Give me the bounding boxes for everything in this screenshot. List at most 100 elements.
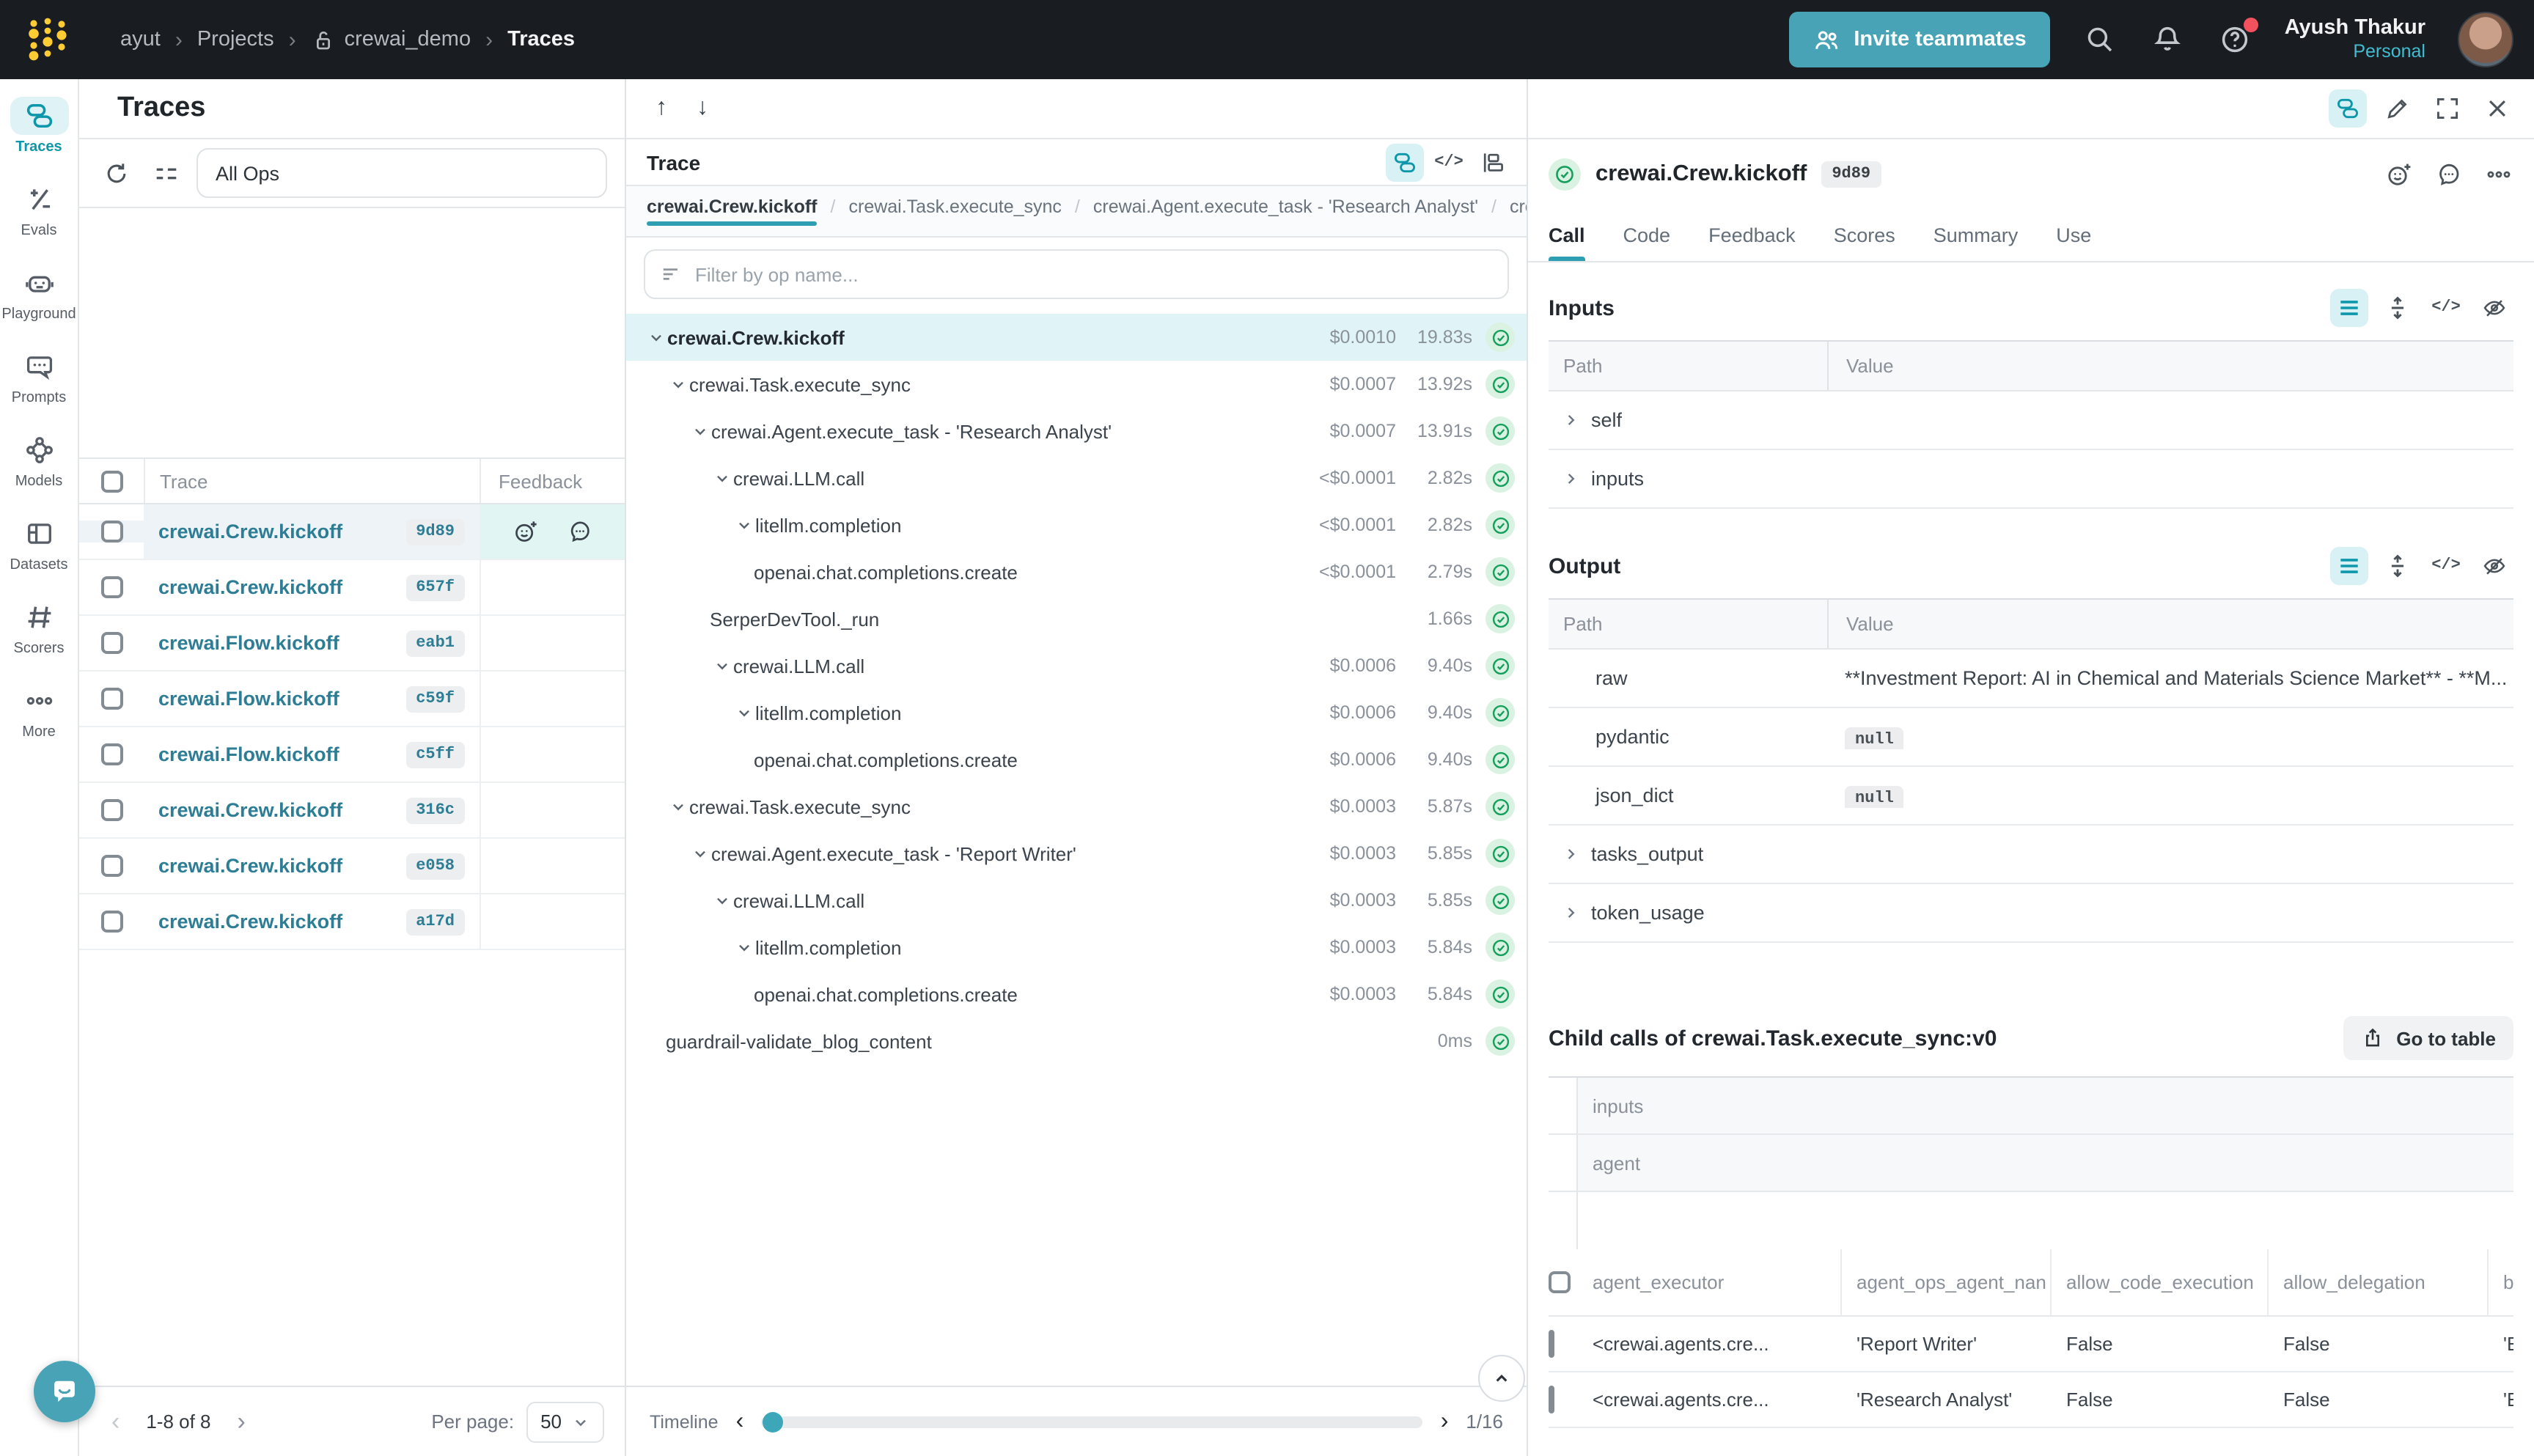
chevron-down-icon[interactable] [735, 705, 752, 721]
chevron-down-icon[interactable] [713, 470, 730, 486]
comment-icon[interactable] [566, 518, 594, 545]
search-icon[interactable] [2082, 22, 2118, 57]
timeline-next-button[interactable]: › [1441, 1408, 1449, 1435]
sidebar-item-evals[interactable]: Evals [0, 180, 78, 239]
fullscreen-button[interactable] [2428, 89, 2467, 128]
columns-filter-button[interactable] [147, 154, 185, 192]
expand-rows-button[interactable] [2379, 289, 2417, 327]
table-row[interactable]: <crewai.agents.cre... 'Research Analyst'… [1549, 1372, 2513, 1428]
output-row-tasks-output[interactable]: tasks_output [1549, 826, 2513, 884]
tab-summary[interactable]: Summary [1933, 208, 2019, 261]
table-row[interactable]: crewai.Flow.kickoffc5ff [79, 727, 625, 783]
column-allow-delegation[interactable]: allow_delegation [2269, 1249, 2489, 1315]
add-reaction-icon[interactable] [2384, 159, 2414, 188]
tree-view-button[interactable] [1386, 143, 1424, 181]
call-tree-row[interactable]: crewai.LLM.call $0.0003 5.85s [626, 877, 1527, 924]
json-view-button[interactable]: </> [2427, 547, 2465, 585]
table-row[interactable]: <crewai.agents.cre... 'Report Writer' Fa… [1549, 1317, 2513, 1372]
timeline-slider-handle[interactable] [763, 1411, 783, 1432]
breadcrumb-projects[interactable]: Projects [197, 28, 274, 51]
list-view-button[interactable] [2330, 547, 2368, 585]
chevron-down-icon[interactable] [691, 423, 708, 439]
trace-link[interactable]: crewai.Crew.kickoff [158, 855, 342, 877]
call-tree-row[interactable]: litellm.completion <$0.0001 2.82s [626, 501, 1527, 548]
table-row[interactable]: crewai.Crew.kickoffa17d [79, 894, 625, 950]
trace-link[interactable]: crewai.Crew.kickoff [158, 521, 342, 543]
call-tree-row[interactable]: openai.chat.completions.create $0.0006 9… [626, 736, 1527, 783]
close-button[interactable] [2478, 89, 2516, 128]
row-checkbox[interactable] [100, 799, 122, 821]
scroll-to-top-button[interactable] [1478, 1355, 1525, 1402]
row-checkbox[interactable] [100, 855, 122, 877]
trace-link[interactable]: crewai.Crew.kickoff [158, 799, 342, 821]
chevron-down-icon[interactable] [691, 845, 708, 861]
tab-call[interactable]: Call [1549, 208, 1585, 261]
op-filter-input[interactable] [695, 263, 1493, 285]
path-tab[interactable]: crewai.LLM.cal [1510, 196, 1527, 230]
select-all-checkbox[interactable] [100, 470, 122, 492]
go-to-table-button[interactable]: Go to table [2343, 1016, 2513, 1060]
help-icon[interactable] [2217, 22, 2252, 57]
chevron-right-icon[interactable] [1563, 905, 1579, 921]
call-tree-row[interactable]: crewai.LLM.call <$0.0001 2.82s [626, 455, 1527, 501]
table-row[interactable]: crewai.Crew.kickoffe058 [79, 839, 625, 894]
chevron-right-icon[interactable] [1563, 471, 1579, 487]
prev-page-button[interactable]: ‹ [100, 1407, 131, 1436]
expand-rows-button[interactable] [2379, 547, 2417, 585]
ops-filter-select[interactable]: All Ops [197, 148, 607, 198]
chevron-down-icon[interactable] [713, 658, 730, 674]
sidebar-item-scorers[interactable]: Scorers [0, 598, 78, 657]
call-tree-row[interactable]: crewai.Crew.kickoff $0.0010 19.83s [626, 314, 1527, 361]
more-options-icon[interactable] [2484, 159, 2513, 188]
chat-support-button[interactable] [34, 1361, 95, 1422]
trace-link[interactable]: crewai.Flow.kickoff [158, 632, 339, 654]
select-all-checkbox[interactable] [1549, 1271, 1571, 1293]
next-trace-button[interactable]: ↓ [697, 95, 708, 122]
feedback-column-header[interactable]: Feedback [480, 459, 625, 503]
column-allow-code-execution[interactable]: allow_code_execution [2052, 1249, 2269, 1315]
refresh-button[interactable] [97, 154, 135, 192]
row-checkbox[interactable] [100, 632, 122, 654]
output-row-token-usage[interactable]: token_usage [1549, 884, 2513, 943]
comment-icon[interactable] [2434, 159, 2464, 188]
hide-values-button[interactable] [2475, 289, 2513, 327]
call-tree-row[interactable]: crewai.Task.execute_sync $0.0003 5.87s [626, 783, 1527, 830]
edit-button[interactable] [2379, 89, 2417, 128]
json-view-button[interactable]: </> [2427, 289, 2465, 327]
chevron-down-icon[interactable] [735, 517, 752, 533]
sidebar-item-datasets[interactable]: Datasets [0, 515, 78, 573]
notifications-bell-icon[interactable] [2150, 22, 2185, 57]
output-row-raw[interactable]: raw **Investment Report: AI in Chemical … [1549, 650, 2513, 708]
show-tree-button[interactable] [2329, 89, 2367, 128]
call-tree-row[interactable]: litellm.completion $0.0003 5.84s [626, 924, 1527, 971]
breadcrumb-user[interactable]: ayut [120, 28, 161, 51]
call-tree-row[interactable]: SerperDevTool._run 1.66s [626, 595, 1527, 642]
chevron-right-icon[interactable] [1563, 412, 1579, 428]
path-tab[interactable]: crewai.Agent.execute_task - 'Research An… [1093, 196, 1478, 230]
chevron-right-icon[interactable] [1563, 846, 1579, 862]
table-row[interactable]: crewai.Crew.kickoff316c [79, 783, 625, 839]
trace-link[interactable]: crewai.Flow.kickoff [158, 688, 339, 710]
sidebar-item-models[interactable]: Models [0, 431, 78, 490]
table-row[interactable]: crewai.Flow.kickoffc59f [79, 672, 625, 727]
tab-feedback[interactable]: Feedback [1708, 208, 1796, 261]
chevron-down-icon[interactable] [669, 798, 686, 815]
per-page-select[interactable]: 50 [526, 1401, 604, 1442]
path-tab[interactable]: crewai.Crew.kickoff [647, 196, 818, 230]
sidebar-item-prompts[interactable]: Prompts [0, 348, 78, 406]
chevron-down-icon[interactable] [713, 892, 730, 908]
wandb-logo-icon[interactable] [23, 15, 73, 65]
call-tree-row[interactable]: crewai.LLM.call $0.0006 9.40s [626, 642, 1527, 689]
row-checkbox[interactable] [100, 911, 122, 933]
output-row-json-dict[interactable]: json_dict null [1549, 767, 2513, 826]
timeline-slider[interactable] [761, 1416, 1423, 1427]
sidebar-item-playground[interactable]: Playground [0, 264, 78, 323]
call-tree-row[interactable]: openai.chat.completions.create <$0.0001 … [626, 548, 1527, 595]
trace-column-header[interactable]: Trace [144, 459, 480, 503]
add-reaction-icon[interactable] [512, 518, 540, 545]
table-row[interactable]: crewai.Flow.kickoffeab1 [79, 616, 625, 672]
column-agent-ops-agent-name[interactable]: agent_ops_agent_nan [1842, 1249, 2052, 1315]
row-checkbox[interactable] [1549, 1330, 1554, 1358]
prev-trace-button[interactable]: ↑ [655, 95, 667, 122]
breadcrumb-project[interactable]: crewai_demo [311, 27, 471, 52]
